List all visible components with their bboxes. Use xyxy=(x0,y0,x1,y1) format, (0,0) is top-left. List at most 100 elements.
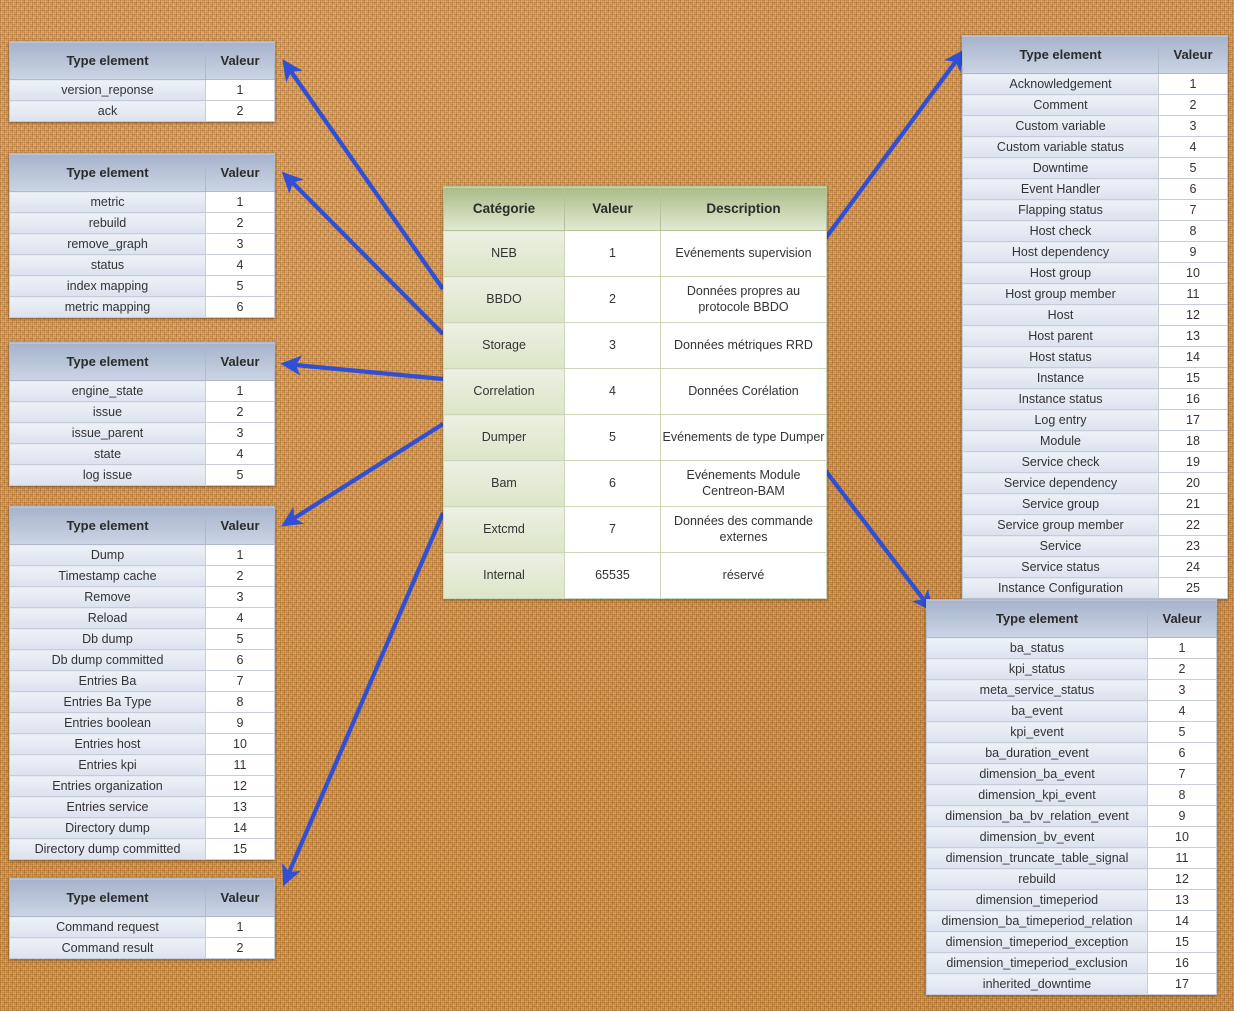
table-row: Service 23 xyxy=(962,535,1228,557)
cell-valeur: 21 xyxy=(1158,493,1228,515)
column-header-categorie: Catégorie xyxy=(443,186,565,231)
extcmd-rows: Command request 1 Command result 2 xyxy=(9,916,275,959)
cell-type-element: Service group member xyxy=(962,514,1159,536)
table-row: Host group 10 xyxy=(962,262,1228,284)
cell-valeur: 1 xyxy=(1158,73,1228,95)
table-row: Host dependency 9 xyxy=(962,241,1228,263)
cell-valeur: 22 xyxy=(1158,514,1228,536)
cell-type-element: dimension_ba_bv_relation_event xyxy=(926,805,1148,827)
column-header-type-element: Type element xyxy=(9,342,206,381)
table-row: Instance status 16 xyxy=(962,388,1228,410)
table-row: Command request 1 xyxy=(9,916,275,938)
cell-type-element: Command result xyxy=(9,937,206,959)
neb-rows: Acknowledgement 1 Comment 2 Custom variable 3… xyxy=(962,73,1228,599)
cell-description: Evénements supervision xyxy=(660,230,827,277)
cell-valeur: 3 xyxy=(205,422,275,444)
table-header-row: Catégorie Valeur Description xyxy=(443,186,827,231)
cell-type-element: Host dependency xyxy=(962,241,1159,263)
cell-type-element: Entries host xyxy=(9,733,206,755)
cell-type-element: Acknowledgement xyxy=(962,73,1159,95)
cell-valeur: 6 xyxy=(205,649,275,671)
cell-valeur: 20 xyxy=(1158,472,1228,494)
cell-valeur: 16 xyxy=(1147,952,1217,974)
cell-categorie: BBDO xyxy=(443,276,565,323)
cell-valeur: 2 xyxy=(205,565,275,587)
cell-type-element: Entries service xyxy=(9,796,206,818)
storage-rows: metric 1 rebuild 2 remove_graph 3 status 4 index… xyxy=(9,191,275,318)
cell-type-element: ack xyxy=(9,100,206,122)
cell-valeur: 7 xyxy=(205,670,275,692)
cell-type-element: ba_status xyxy=(926,637,1148,659)
cell-valeur: 4 xyxy=(205,607,275,629)
column-header-type-element: Type element xyxy=(926,599,1148,638)
table-row: dimension_timeperiod 13 xyxy=(926,889,1217,911)
cell-type-element: Log entry xyxy=(962,409,1159,431)
cell-type-element: Comment xyxy=(962,94,1159,116)
cell-valeur: 14 xyxy=(205,817,275,839)
cell-valeur: 1 xyxy=(564,230,661,277)
cell-categorie: Bam xyxy=(443,460,565,507)
cell-valeur: 2 xyxy=(1147,658,1217,680)
cell-valeur: 6 xyxy=(1158,178,1228,200)
table-row: Acknowledgement 1 xyxy=(962,73,1228,95)
cell-type-element: metric xyxy=(9,191,206,213)
cell-type-element: dimension_kpi_event xyxy=(926,784,1148,806)
cell-valeur: 2 xyxy=(205,100,275,122)
table-row: remove_graph 3 xyxy=(9,233,275,255)
extcmd-elements-table: Type element Valeur Command request 1 Comm… xyxy=(9,878,275,959)
cell-type-element: rebuild xyxy=(926,868,1148,890)
table-row: Command result 2 xyxy=(9,937,275,959)
cell-valeur: 9 xyxy=(1158,241,1228,263)
cell-type-element: issue_parent xyxy=(9,422,206,444)
cell-valeur: 24 xyxy=(1158,556,1228,578)
table-header-row: Type element Valeur xyxy=(9,153,275,192)
cell-type-element: Directory dump committed xyxy=(9,838,206,860)
cell-valeur: 1 xyxy=(205,380,275,402)
column-header-valeur: Valeur xyxy=(205,506,275,545)
cell-valeur: 11 xyxy=(205,754,275,776)
table-row: Comment 2 xyxy=(962,94,1228,116)
cell-valeur: 4 xyxy=(205,443,275,465)
cell-valeur: 10 xyxy=(1147,826,1217,848)
cell-valeur: 7 xyxy=(1158,199,1228,221)
cell-type-element: Service check xyxy=(962,451,1159,473)
cell-type-element: index mapping xyxy=(9,275,206,297)
cell-valeur: 5 xyxy=(1147,721,1217,743)
cell-valeur: 5 xyxy=(205,628,275,650)
cell-valeur: 6 xyxy=(205,296,275,318)
column-header-type-element: Type element xyxy=(9,41,206,80)
cell-valeur: 2 xyxy=(205,212,275,234)
table-header-row: Type element Valeur xyxy=(9,506,275,545)
cell-categorie: Extcmd xyxy=(443,506,565,553)
cell-valeur: 13 xyxy=(1158,325,1228,347)
cell-type-element: Reload xyxy=(9,607,206,629)
table-row: Custom variable 3 xyxy=(962,115,1228,137)
table-row: engine_state 1 xyxy=(9,380,275,402)
cell-type-element: Timestamp cache xyxy=(9,565,206,587)
table-row: dimension_ba_event 7 xyxy=(926,763,1217,785)
cell-valeur: 12 xyxy=(205,775,275,797)
cell-valeur: 3 xyxy=(205,586,275,608)
categories-rows: NEB 1 Evénements supervision BBDO 2 Données p… xyxy=(443,230,827,599)
cell-valeur: 2 xyxy=(564,276,661,323)
table-row: issue 2 xyxy=(9,401,275,423)
cell-valeur: 4 xyxy=(205,254,275,276)
cell-type-element: metric mapping xyxy=(9,296,206,318)
column-header-valeur: Valeur xyxy=(1147,599,1217,638)
cell-valeur: 13 xyxy=(205,796,275,818)
dumper-rows: Dump 1 Timestamp cache 2 Remove 3 Reload 4 Db du… xyxy=(9,544,275,860)
cell-valeur: 7 xyxy=(1147,763,1217,785)
table-row: Service dependency 20 xyxy=(962,472,1228,494)
table-row: Entries Ba Type 8 xyxy=(9,691,275,713)
cell-type-element: Instance xyxy=(962,367,1159,389)
cell-type-element: dimension_timeperiod xyxy=(926,889,1148,911)
column-header-valeur: Valeur xyxy=(205,878,275,917)
cell-type-element: Db dump committed xyxy=(9,649,206,671)
cell-type-element: Instance Configuration xyxy=(962,577,1159,599)
table-header-row: Type element Valeur xyxy=(926,599,1217,638)
table-row: dimension_bv_event 10 xyxy=(926,826,1217,848)
cell-valeur: 6 xyxy=(564,460,661,507)
cell-type-element: Dump xyxy=(9,544,206,566)
cell-type-element: Service dependency xyxy=(962,472,1159,494)
table-row: Downtime 5 xyxy=(962,157,1228,179)
